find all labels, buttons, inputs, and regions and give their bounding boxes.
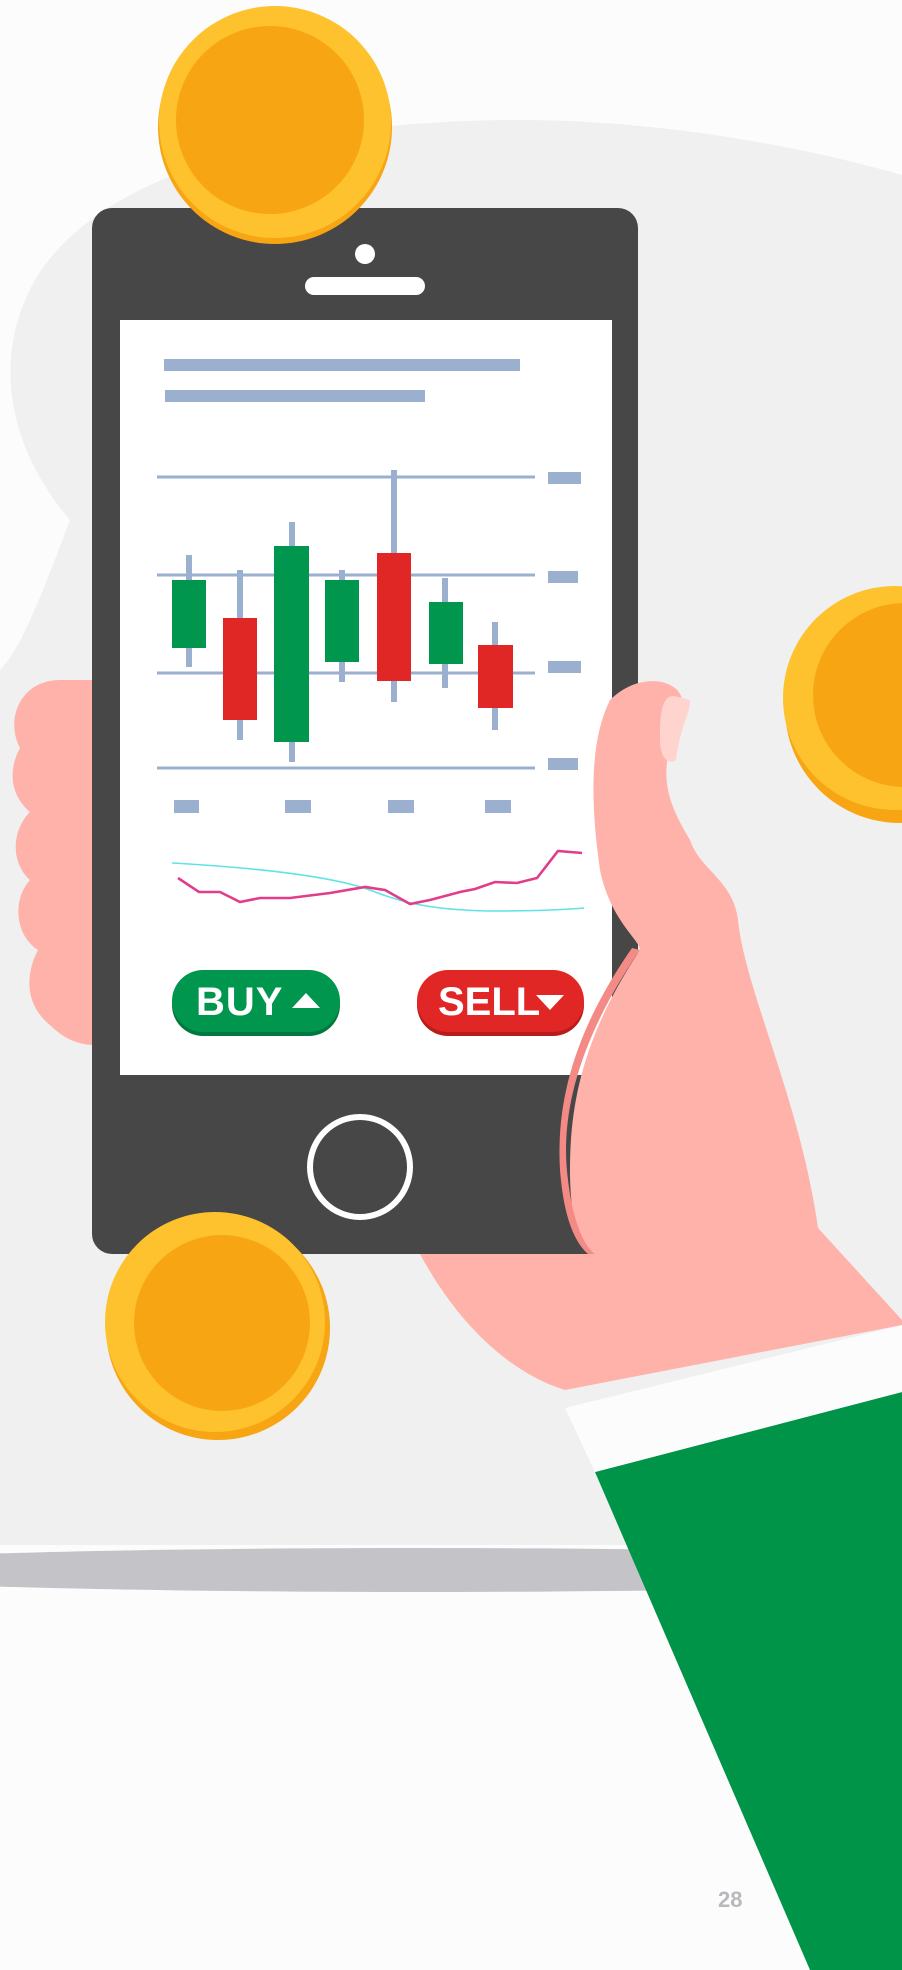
x-tick-placeholder	[388, 800, 414, 813]
y-tick-placeholder	[548, 661, 581, 673]
page-number: 28	[718, 1887, 743, 1912]
y-tick-placeholder	[548, 758, 578, 770]
y-tick-placeholder	[548, 472, 581, 484]
sell-button[interactable]	[417, 970, 584, 1032]
phone-screen	[120, 320, 612, 1075]
coin-icon	[158, 6, 392, 244]
candlestick-bullish	[274, 522, 309, 762]
buy-button[interactable]	[172, 970, 340, 1032]
front-camera	[355, 244, 375, 264]
y-tick-placeholder	[548, 571, 578, 583]
x-tick-placeholder	[174, 800, 199, 813]
x-tick-placeholder	[285, 800, 311, 813]
subtitle-placeholder-line	[165, 390, 425, 402]
title-placeholder-line	[164, 359, 520, 371]
speaker-slot	[305, 277, 425, 295]
x-tick-placeholder	[485, 800, 511, 813]
